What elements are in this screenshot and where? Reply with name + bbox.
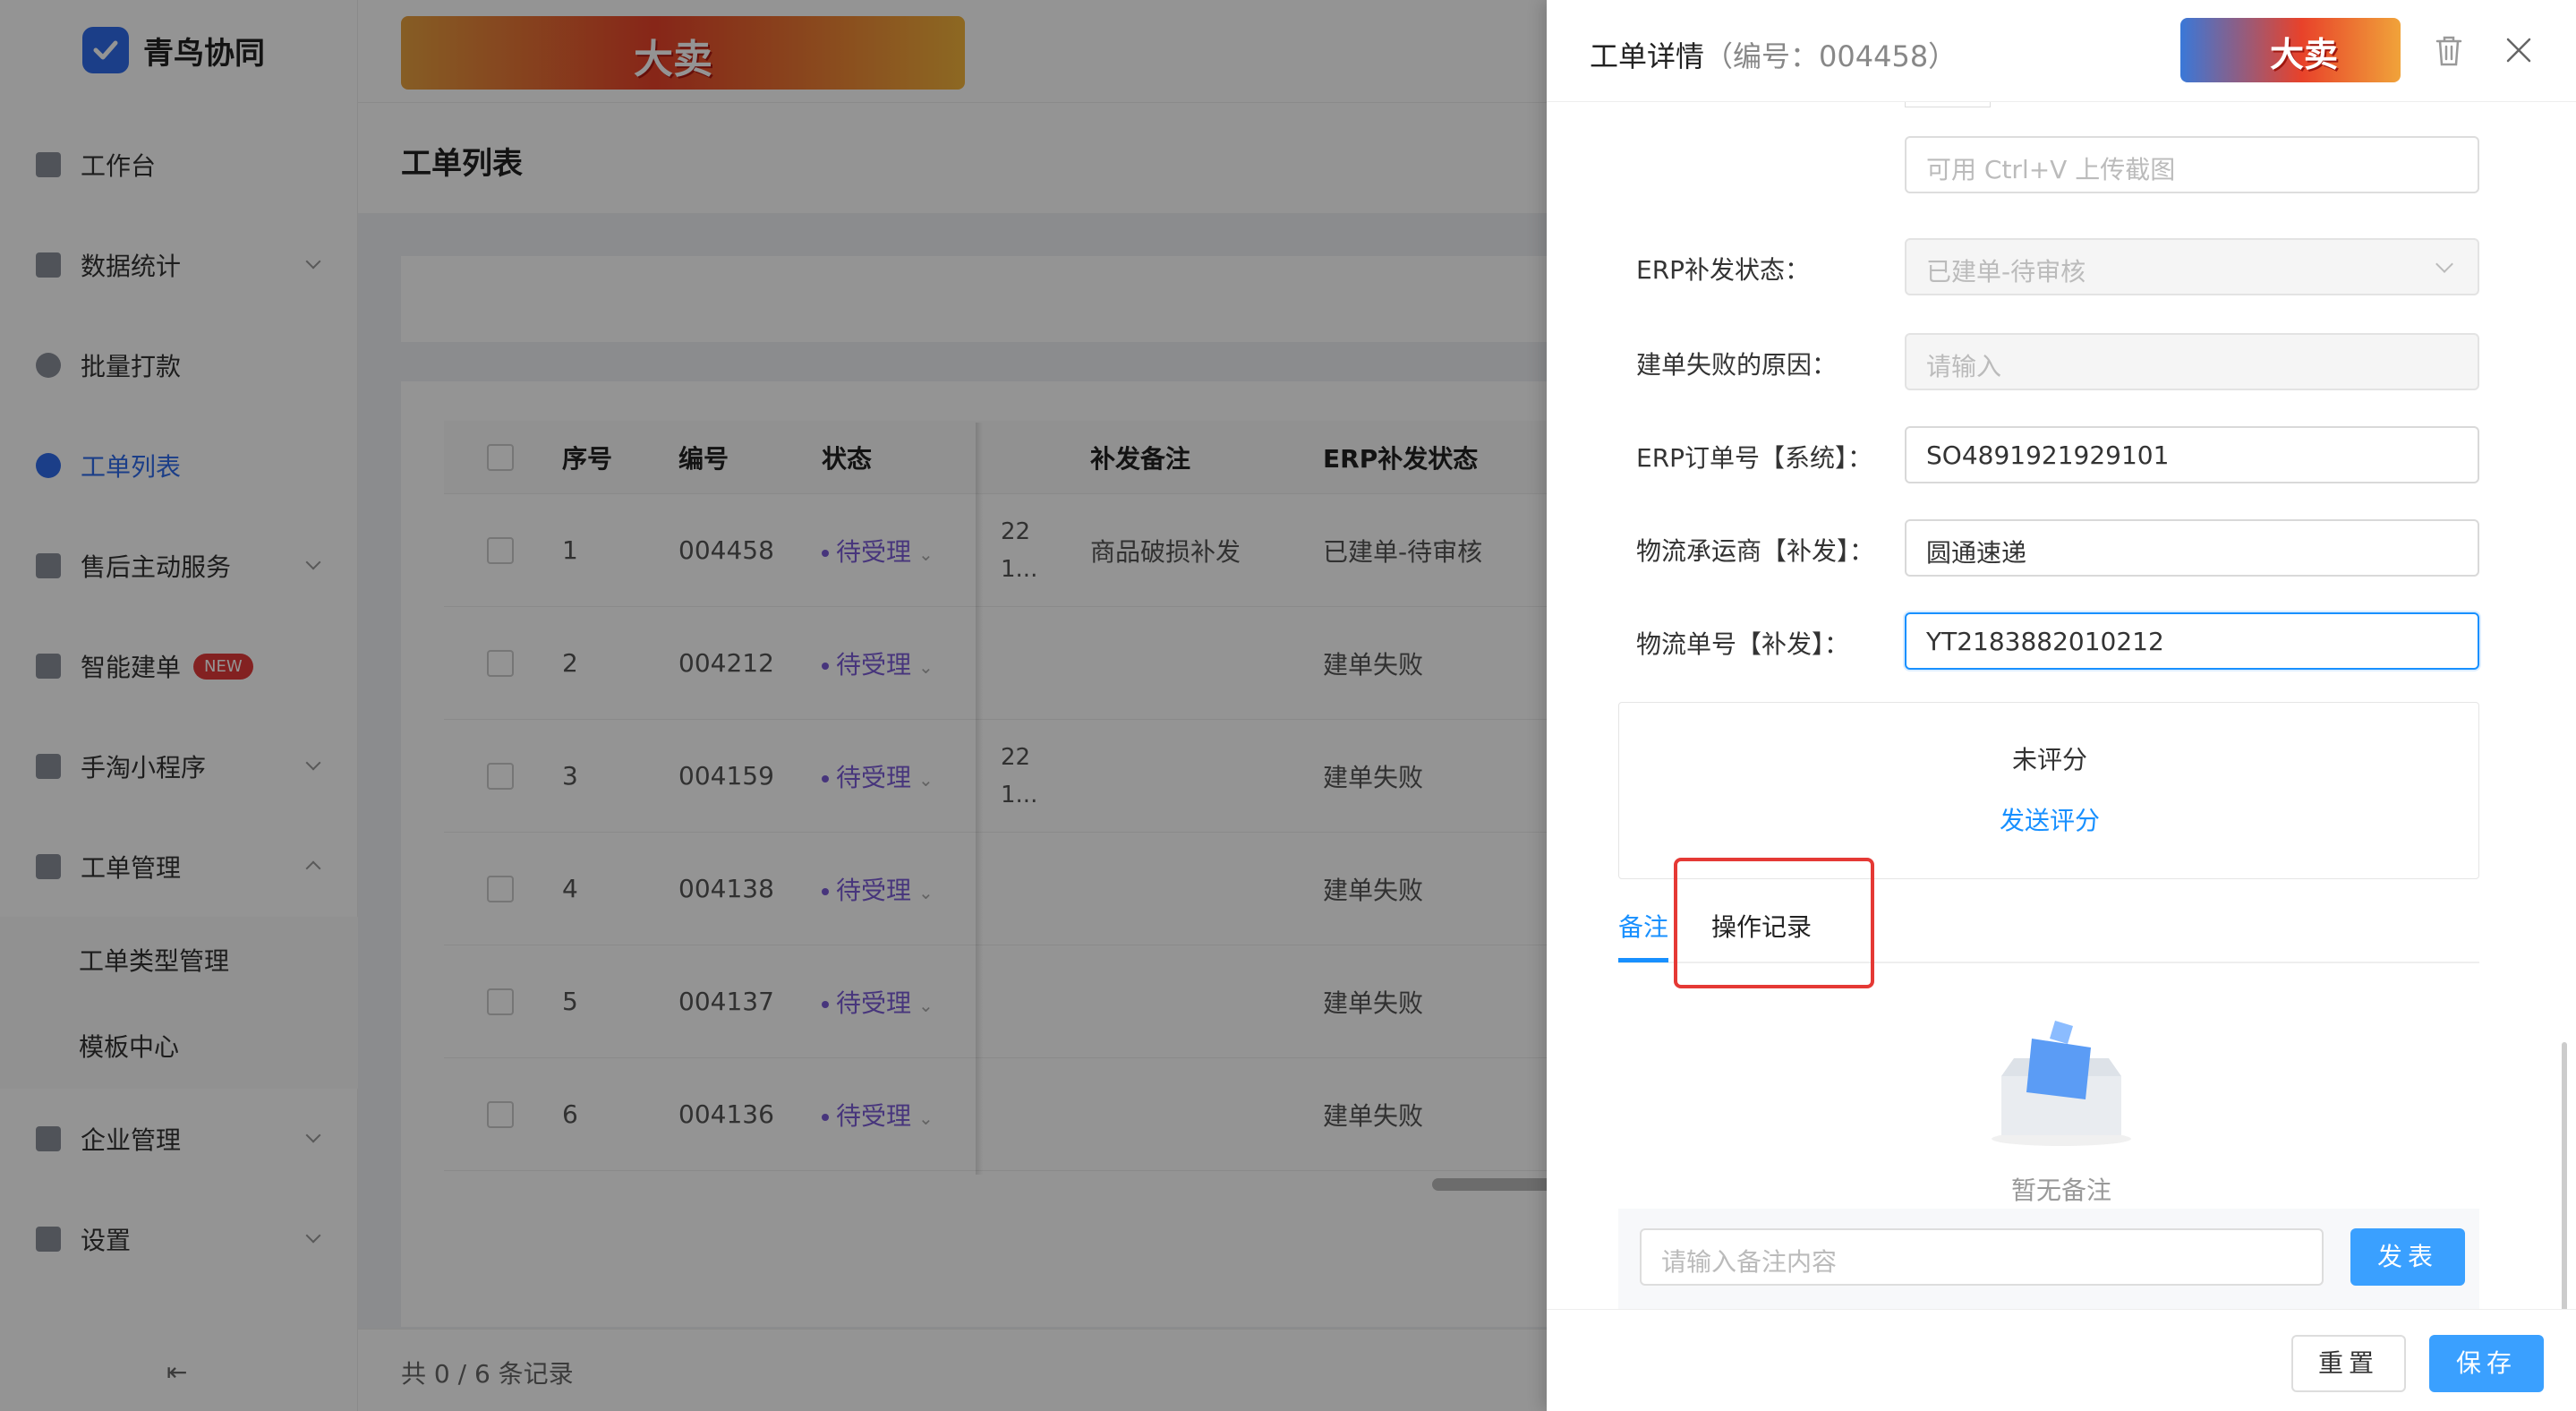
active-tab-indicator <box>1618 958 1668 962</box>
ticket-detail-drawer: 工单详情（编号：004458） 大卖 可用 Ctrl+V 上传截图 ERP补发状… <box>1547 0 2576 1411</box>
rating-card: 未评分 发送评分 <box>1618 702 2479 879</box>
app-root: 青鸟协同 工作台 数据统计 批量打款 工单列表 售后主动服务 智能建单 NEW … <box>0 0 2576 1411</box>
select-value: 已建单-待审核 <box>1926 257 2086 286</box>
drawer-title: 工单详情（编号：004458） <box>1590 34 1957 75</box>
screenshot-upload-input[interactable]: 可用 Ctrl+V 上传截图 <box>1905 136 2479 193</box>
empty-state-text: 暂无备注 <box>2010 1176 2111 1205</box>
drawer-promo-banner[interactable]: 大卖 <box>2180 18 2401 82</box>
field-label: ERP订单号【系统】： <box>1636 443 1873 473</box>
field-fail-reason: 建单失败的原因： 请输入 <box>1636 333 2479 390</box>
field-erp-status: ERP补发状态： 已建单-待审核 <box>1636 238 2479 295</box>
close-icon[interactable] <box>2503 34 2535 66</box>
erp-status-select[interactable]: 已建单-待审核 <box>1905 238 2479 295</box>
field-label: ERP补发状态： <box>1636 255 1811 285</box>
tracking-no-input[interactable]: YT2183882010212 <box>1905 612 2479 670</box>
drawer-title-text: 工单详情 <box>1590 39 1705 73</box>
promo-text: 大卖 <box>2270 35 2339 74</box>
drawer-body: 可用 Ctrl+V 上传截图 ERP补发状态： 已建单-待审核 建单失败的原因：… <box>1547 102 2576 1309</box>
rating-status: 未评分 <box>2011 745 2087 774</box>
previous-field-fragment <box>1905 102 1991 107</box>
field-label: 建单失败的原因： <box>1636 350 1838 380</box>
field-carrier: 物流承运商【补发】： 圆通速递 <box>1636 519 2479 577</box>
carrier-input[interactable]: 圆通速递 <box>1905 519 2479 577</box>
drawer-footer: 重置 保存 <box>1547 1309 2576 1411</box>
empty-box-icon <box>1992 1021 2131 1146</box>
field-label: 物流承运商【补发】： <box>1636 536 1875 566</box>
annotation-highlight-box <box>1674 858 1874 988</box>
comment-bar: 请输入备注内容 发表 <box>1618 1209 2479 1309</box>
field-erp-order-no: ERP订单号【系统】： SO4891921929101 <box>1636 426 2479 483</box>
tab-notes[interactable]: 备注 <box>1618 908 1668 944</box>
save-button[interactable]: 保存 <box>2429 1335 2544 1392</box>
drawer-subtitle: （编号：004458） <box>1704 39 1958 73</box>
drawer-header: 工单详情（编号：004458） 大卖 <box>1547 0 2576 102</box>
field-tracking-no: 物流单号【补发】： YT2183882010212 <box>1636 612 2479 670</box>
send-rating-link[interactable]: 发送评分 <box>1619 801 2480 837</box>
comment-input[interactable]: 请输入备注内容 <box>1640 1228 2324 1286</box>
publish-button[interactable]: 发表 <box>2350 1228 2465 1286</box>
fail-reason-input[interactable]: 请输入 <box>1905 333 2479 390</box>
trash-icon[interactable] <box>2433 34 2465 68</box>
erp-order-no-input[interactable]: SO4891921929101 <box>1905 426 2479 483</box>
chevron-down-icon <box>2435 255 2453 273</box>
field-label: 物流单号【补发】： <box>1636 629 1850 659</box>
reset-button[interactable]: 重置 <box>2291 1335 2406 1392</box>
vertical-scrollbar[interactable] <box>2562 1042 2567 1309</box>
drawer-overlay[interactable] <box>0 0 1547 1411</box>
